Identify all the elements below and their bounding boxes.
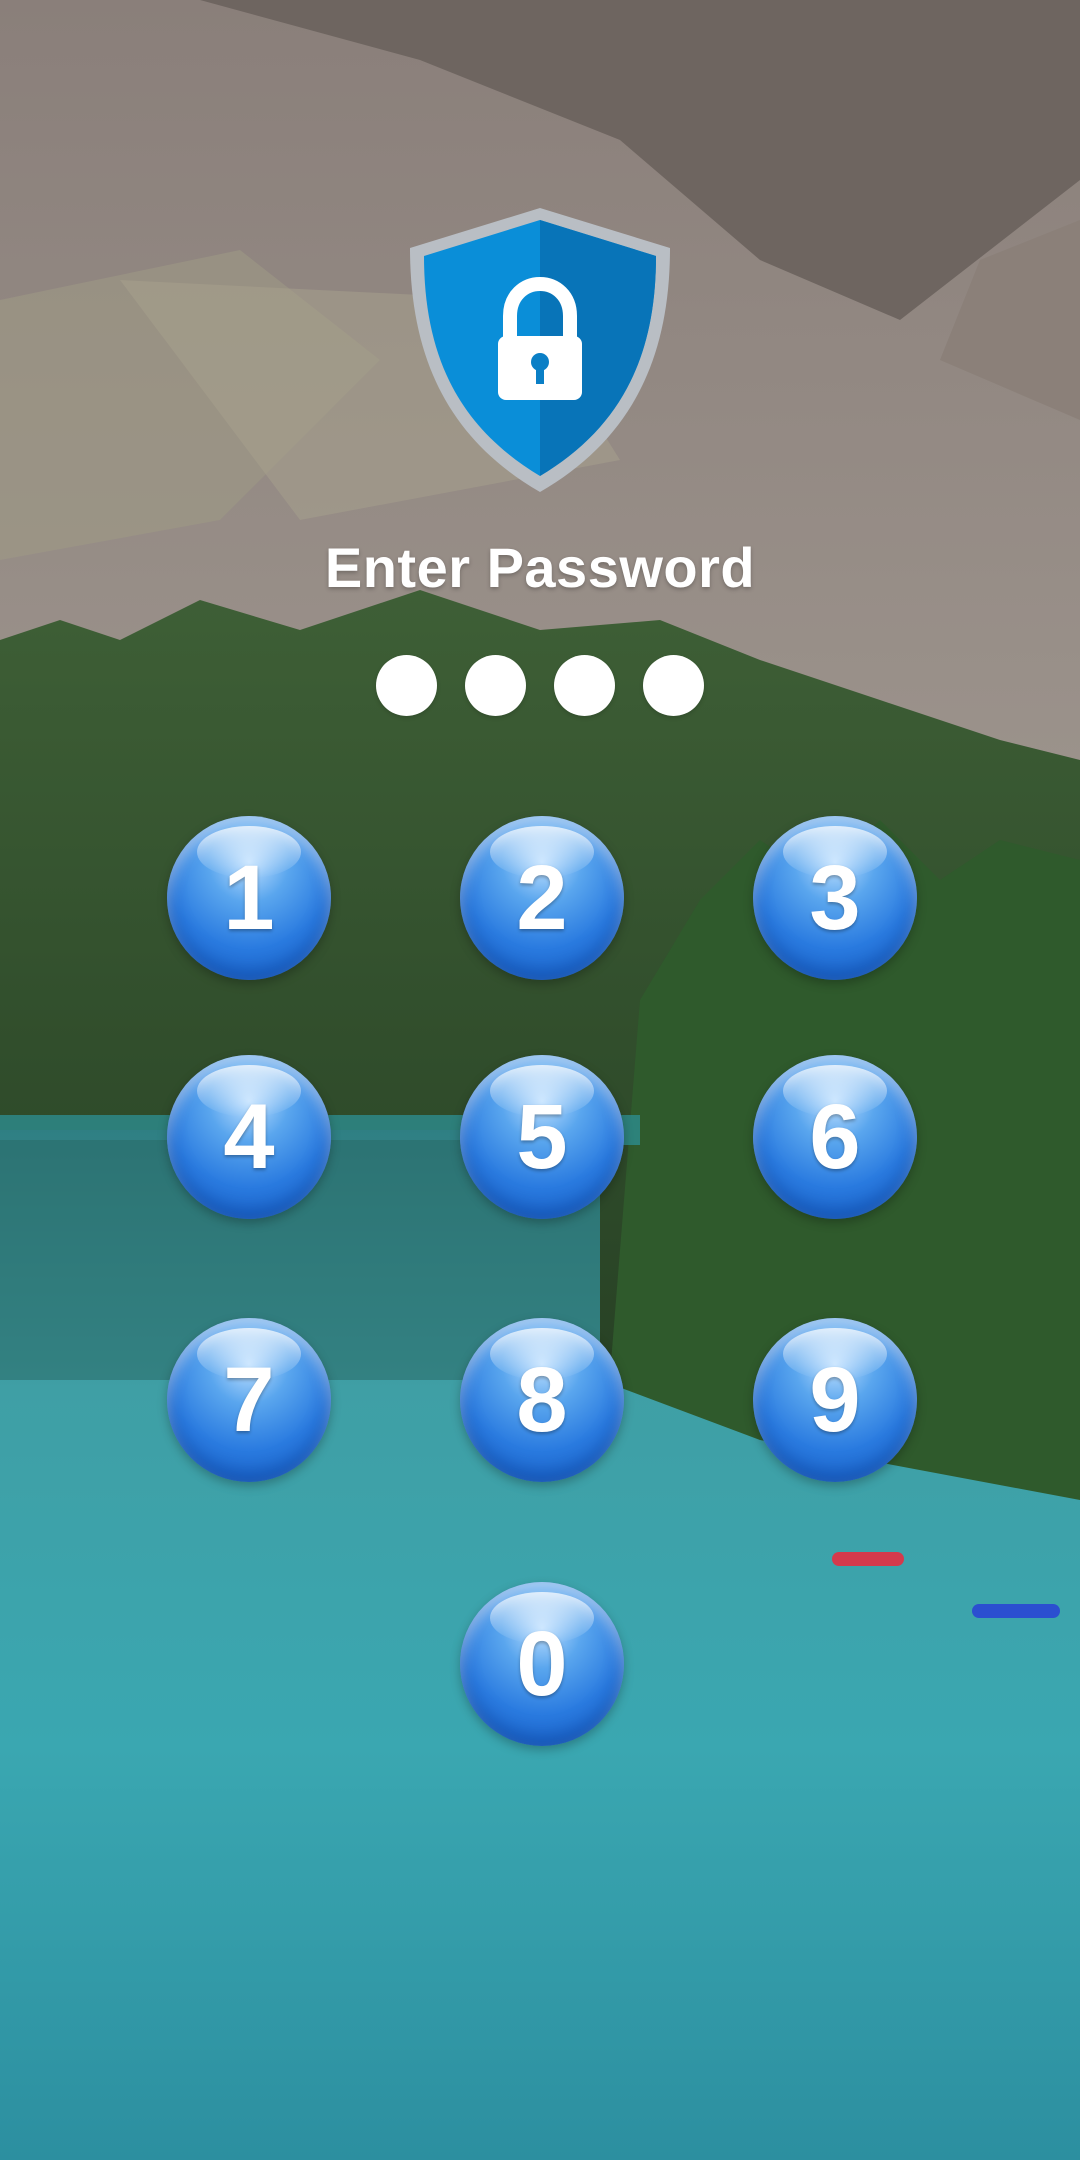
key-7-button[interactable]: 7	[167, 1318, 331, 1482]
key-9-button[interactable]: 9	[753, 1318, 917, 1482]
key-8-button[interactable]: 8	[460, 1318, 624, 1482]
key-0-button[interactable]: 0	[460, 1582, 624, 1746]
key-label: 9	[809, 1348, 861, 1451]
pin-dot	[554, 655, 615, 716]
key-label: 5	[516, 1085, 568, 1188]
key-2-button[interactable]: 2	[460, 816, 624, 980]
key-label: 8	[516, 1348, 568, 1451]
key-label: 1	[223, 846, 275, 949]
shield-lock-icon	[400, 200, 680, 500]
pin-dot	[465, 655, 526, 716]
key-label: 6	[809, 1085, 861, 1188]
key-3-button[interactable]: 3	[753, 816, 917, 980]
key-label: 2	[516, 846, 568, 949]
key-label: 7	[223, 1348, 275, 1451]
key-label: 4	[223, 1085, 275, 1188]
pin-dot	[643, 655, 704, 716]
key-4-button[interactable]: 4	[167, 1055, 331, 1219]
pin-indicator	[0, 655, 1080, 716]
enter-password-title: Enter Password	[324, 536, 756, 599]
key-6-button[interactable]: 6	[753, 1055, 917, 1219]
key-label: 3	[809, 846, 861, 949]
pin-dot	[376, 655, 437, 716]
key-label: 0	[516, 1612, 568, 1715]
key-5-button[interactable]: 5	[460, 1055, 624, 1219]
key-1-button[interactable]: 1	[167, 816, 331, 980]
